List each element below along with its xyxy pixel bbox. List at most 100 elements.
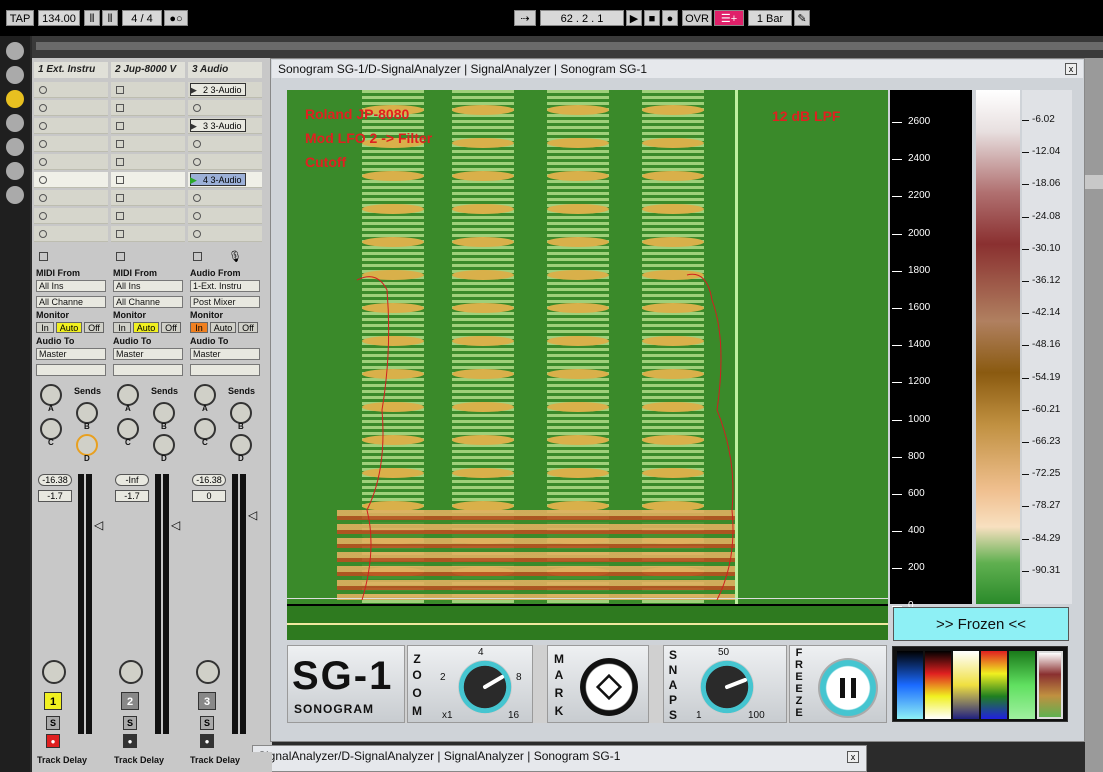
volume-fader-thumb[interactable]: ◁ [248,508,257,522]
arm-button[interactable]: ● [123,734,137,748]
clip-slot[interactable] [111,190,185,206]
track-header-3[interactable]: 3 Audio [188,62,262,78]
clip-slot[interactable] [111,118,185,134]
clip-play-icon[interactable]: ▶ [190,82,197,98]
stop-clips-button[interactable] [116,252,125,261]
clip-stop-icon[interactable] [116,122,124,130]
send-knob[interactable] [40,384,62,406]
clip-slot[interactable] [188,136,262,152]
send-knob[interactable] [117,418,139,440]
clip-slot[interactable] [34,172,108,188]
collapse-icon[interactable] [6,42,24,60]
position-field[interactable]: 62 . 2 . 1 [540,10,624,26]
send-knob[interactable] [40,418,62,440]
track-activator-button[interactable]: 3 [198,692,216,710]
overview-scrollbar[interactable] [36,42,1103,50]
clip-stop-icon[interactable] [116,140,124,148]
pan-value[interactable]: -1.7 [115,490,149,502]
palette-selected[interactable] [1037,651,1063,719]
monitor-auto-button[interactable]: Auto [56,322,82,333]
clip-name[interactable]: 3 3-Audio [190,119,246,132]
monitor-auto-button[interactable]: Auto [133,322,159,333]
clip-record-icon[interactable] [193,230,201,238]
solo-button[interactable]: S [200,716,214,730]
output-channel-select[interactable] [190,364,260,376]
audio-to-select[interactable]: Master [36,348,106,360]
clip-slot[interactable] [111,100,185,116]
tempo-field[interactable]: 134.00 [38,10,80,26]
stop-clips-button[interactable] [193,252,202,261]
volume-fader-thumb[interactable]: ◁ [94,518,103,532]
session-record-button[interactable]: ☰+ [714,10,744,26]
window-icon[interactable] [6,66,24,84]
clip-slot[interactable] [188,100,262,116]
clip-slot[interactable] [34,208,108,224]
record-button[interactable]: ● [662,10,678,26]
palette-rainbow[interactable] [981,651,1007,719]
frozen-indicator[interactable]: >> Frozen << [893,607,1069,641]
track-header-1[interactable]: 1 Ext. Instru [34,62,108,78]
clip-record-icon[interactable] [39,122,47,130]
send-knob[interactable] [117,384,139,406]
monitor-off-button[interactable]: Off [161,322,181,333]
volume-value[interactable]: -16.38 [192,474,226,486]
audio-to-select[interactable]: Master [113,348,183,360]
time-signature-field[interactable]: 4 / 4 [122,10,162,26]
play-button[interactable]: ▶ [626,10,642,26]
clip-slot[interactable] [188,208,262,224]
clip-slot[interactable] [34,118,108,134]
plug-icon[interactable] [6,90,24,108]
clip-slot[interactable] [111,136,185,152]
palette-gold[interactable] [953,651,979,719]
zoom-knob[interactable] [458,660,512,714]
tap-button[interactable]: TAP [6,10,34,26]
refresh-icon[interactable] [6,186,24,204]
volume-value[interactable]: -Inf [115,474,149,486]
sample-icon[interactable] [6,162,24,180]
clip-record-icon[interactable] [193,140,201,148]
clip-stop-icon[interactable] [116,104,124,112]
clip-stop-icon[interactable] [116,158,124,166]
clip-record-icon[interactable] [39,104,47,112]
clip-slot[interactable] [34,82,108,98]
clip-stop-icon[interactable] [116,230,124,238]
clip-slot[interactable] [111,226,185,242]
arm-button[interactable]: ● [200,734,214,748]
clip-record-icon[interactable] [193,104,201,112]
device-icon[interactable] [6,114,24,132]
audio-to-select[interactable]: Master [190,348,260,360]
pan-knob[interactable] [119,660,143,684]
mark-button[interactable] [580,658,638,716]
clip-slot[interactable] [188,154,262,170]
palette-green[interactable] [1009,651,1035,719]
clip-record-icon[interactable] [39,212,47,220]
pan-knob[interactable] [42,660,66,684]
output-channel-select[interactable] [113,364,183,376]
clip-record-icon[interactable] [193,194,201,202]
send-knob[interactable] [76,434,98,456]
send-knob[interactable] [153,434,175,456]
follow-button[interactable]: ⇢ [514,10,536,26]
clip-record-icon[interactable] [193,212,201,220]
quantize-select[interactable]: 1 Bar [748,10,792,26]
clip-record-icon[interactable] [39,86,47,94]
clip-icon[interactable] [6,138,24,156]
track-activator-button[interactable]: 2 [121,692,139,710]
stop-button[interactable]: ■ [644,10,660,26]
io-from-select[interactable]: 1-Ext. Instru [190,280,260,292]
pan-value[interactable]: 0 [192,490,226,502]
clip-play-icon[interactable]: ▶ [190,172,197,188]
clip-record-icon[interactable] [193,158,201,166]
clip-slot[interactable] [34,190,108,206]
io-channel-select[interactable]: Post Mixer [190,296,260,308]
clip-slot[interactable] [188,226,262,242]
send-knob[interactable] [153,402,175,424]
track-header-2[interactable]: 2 Jup-8000 V [111,62,185,78]
volume-value[interactable]: -16.38 [38,474,72,486]
clip-slot[interactable] [111,172,185,188]
clip-slot[interactable] [34,154,108,170]
io-from-select[interactable]: All Ins [36,280,106,292]
clip-stop-icon[interactable] [116,86,124,94]
send-knob[interactable] [230,434,252,456]
clip-slot[interactable] [111,154,185,170]
